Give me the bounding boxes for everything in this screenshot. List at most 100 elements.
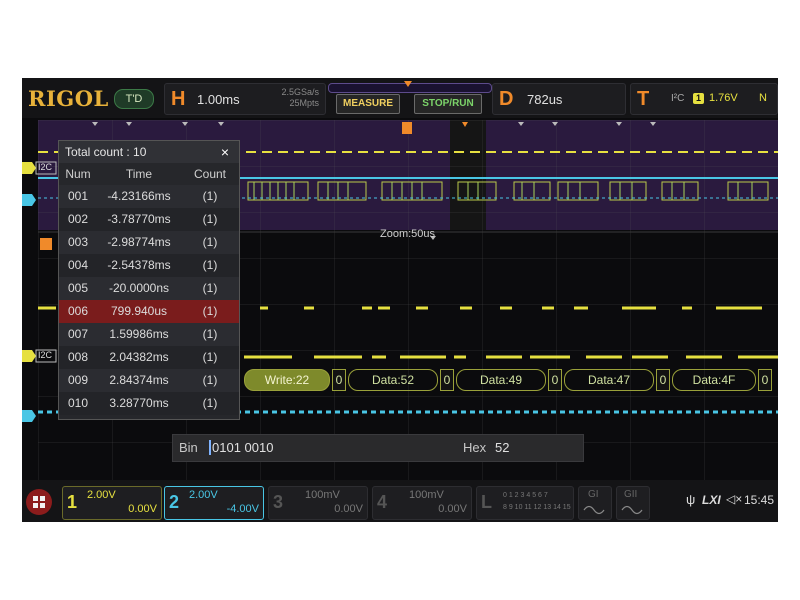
row-time: -2.54378ms (107, 258, 171, 272)
event-table-header: Total count : 10 × (59, 141, 239, 163)
table-row[interactable]: 010 3.28770ms (1) (59, 392, 239, 415)
decode-frame-data-1[interactable]: Data:52 (348, 369, 438, 391)
table-row[interactable]: 009 2.84374ms (1) (59, 369, 239, 392)
table-row[interactable]: 001 -4.23166ms (1) (59, 185, 239, 208)
channel-3-offset: 0.00V (334, 503, 363, 515)
hex-label: Hex (463, 440, 487, 455)
decode-ack-2: 0 (440, 369, 454, 391)
bus-tag-lower: I2C (38, 350, 53, 360)
channel-2-offset: -4.00V (226, 503, 259, 515)
speaker-icon[interactable]: ◁× (726, 492, 742, 506)
overview-markers (92, 122, 656, 126)
decode-ack-3: 0 (548, 369, 562, 391)
bin-label: Bin (179, 440, 198, 455)
channel-2-box[interactable]: 2 2.00V -4.00V (164, 486, 264, 520)
logic-letter: L (481, 492, 492, 512)
row-time: -20.0000ns (108, 281, 170, 295)
event-table[interactable]: Total count : 10 × Num Time Count 001 -4.… (58, 140, 240, 420)
channel-markers (22, 161, 57, 422)
sine-wave-icon (583, 505, 605, 515)
row-time: -2.98774ms (107, 235, 171, 249)
overview-burst-fills (253, 182, 753, 200)
column-time: Time (125, 167, 153, 181)
row-count: (1) (202, 304, 218, 318)
trigger-t-icon (402, 122, 412, 134)
channel-3-scale: 100mV (305, 489, 340, 501)
grid-icon (33, 496, 45, 508)
channel-4-box[interactable]: 4 100mV 0.00V (372, 486, 472, 520)
generator-1-box[interactable]: GI (578, 486, 612, 520)
row-count: (1) (202, 235, 218, 249)
logic-channels-row1: 0 1 2 3 4 5 6 7 (503, 492, 548, 499)
channel-2-number: 2 (169, 492, 180, 512)
row-num: 001 (67, 189, 89, 203)
row-num: 010 (67, 396, 89, 410)
row-count: (1) (202, 212, 218, 226)
logic-box[interactable]: L 0 1 2 3 4 5 6 7 8 9 10 11 12 13 14 15 (476, 486, 574, 520)
decode-ack-1: 0 (332, 369, 346, 391)
row-num: 006 (67, 304, 89, 318)
generator-2-box[interactable]: GII (616, 486, 650, 520)
column-count: Count (193, 167, 227, 181)
generator-1-label: GI (588, 489, 599, 500)
row-num: 007 (67, 327, 89, 341)
channel-3-number: 3 (273, 492, 284, 512)
channel-4-scale: 100mV (409, 489, 444, 501)
channel-1-scale: 2.00V (87, 489, 116, 501)
decode-frame-write[interactable]: Write:22 (244, 369, 330, 391)
event-table-title: Total count : 10 (65, 145, 147, 159)
row-count: (1) (202, 258, 218, 272)
row-time: 1.59986ms (109, 327, 169, 341)
decode-frame-data-3[interactable]: Data:47 (564, 369, 654, 391)
channel-4-number: 4 (377, 492, 388, 512)
channel-1-offset: 0.00V (128, 503, 157, 515)
row-count: (1) (202, 281, 218, 295)
table-row-selected[interactable]: 006 799.940us (1) (59, 300, 239, 323)
close-icon[interactable]: × (221, 141, 229, 163)
table-row[interactable]: 008 2.04382ms (1) (59, 346, 239, 369)
logic-channels-row2: 8 9 10 11 12 13 14 15 (503, 504, 571, 511)
row-time: 3.28770ms (109, 396, 169, 410)
value-readout-bar: Bin 0101 0010 Hex 52 (172, 434, 584, 462)
overview-bursts (247, 181, 769, 201)
event-table-body: 001 -4.23166ms (1) 002 -3.78770ms (1) 003 -2.… (59, 185, 239, 415)
event-table-columns: Num Time Count (59, 163, 239, 185)
menu-grid-button[interactable] (26, 489, 52, 515)
channel-1-box[interactable]: 1 2.00V 0.00V (62, 486, 162, 520)
hex-value: 52 (495, 440, 510, 455)
row-count: (1) (202, 327, 218, 341)
row-time: -3.78770ms (107, 212, 171, 226)
table-row[interactable]: 005 -20.0000ns (1) (59, 277, 239, 300)
usb-icon: ψ (686, 492, 696, 507)
row-num: 008 (67, 350, 89, 364)
row-count: (1) (202, 189, 218, 203)
trigger-point-marker (462, 122, 468, 127)
table-row[interactable]: 004 -2.54378ms (1) (59, 254, 239, 277)
bin-value[interactable]: 0101 0010 (209, 440, 273, 455)
sine-wave-icon (621, 505, 643, 515)
channel-3-box[interactable]: 3 100mV 0.00V (268, 486, 368, 520)
table-row[interactable]: 007 1.59986ms (1) (59, 323, 239, 346)
row-num: 002 (67, 212, 89, 226)
row-num: 005 (67, 281, 89, 295)
row-num: 004 (67, 258, 89, 272)
generator-2-label: GII (624, 489, 638, 500)
table-row[interactable]: 002 -3.78770ms (1) (59, 208, 239, 231)
decode-frame-data-2[interactable]: Data:49 (456, 369, 546, 391)
channel-1-number: 1 (67, 492, 78, 512)
bottom-status-bar: 1 2.00V 0.00V 2 2.00V -4.00V 3 100mV 0.0… (22, 480, 778, 522)
decode-ack-4: 0 (656, 369, 670, 391)
decode-ack-5: 0 (758, 369, 772, 391)
oscilloscope-screen: RIGOL T'D H 1.00ms 2.5GSa/s 25Mpts MEASU… (22, 78, 778, 522)
decode-frame-data-4[interactable]: Data:4F (672, 369, 756, 391)
clock: 15:45 (744, 493, 775, 507)
row-time: -4.23166ms (107, 189, 171, 203)
column-num: Num (65, 167, 91, 181)
row-count: (1) (202, 396, 218, 410)
row-num: 003 (67, 235, 89, 249)
row-count: (1) (202, 373, 218, 387)
bus-tag-upper: I2C (38, 162, 53, 172)
lxi-label: LXI (702, 493, 721, 507)
channel-4-offset: 0.00V (438, 503, 467, 515)
table-row[interactable]: 003 -2.98774ms (1) (59, 231, 239, 254)
